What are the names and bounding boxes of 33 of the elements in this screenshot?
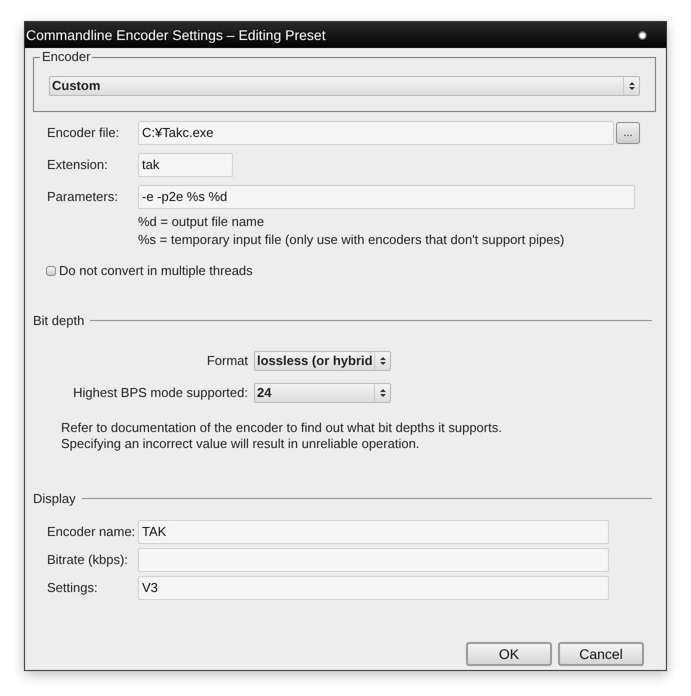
browse-button[interactable]: ... — [616, 122, 640, 144]
section-title: Bit depth — [33, 312, 84, 330]
field-label: Extension: — [47, 156, 109, 174]
field-label: Encoder file: — [47, 124, 120, 142]
window-title: Commandline Encoder Settings – Editing Preset — [26, 26, 327, 45]
note-text: Specifying an incorrect value will result in unreliable operation. — [61, 436, 420, 452]
spinner-arrows-icon — [380, 356, 386, 366]
bps-select[interactable]: 24 — [254, 383, 391, 403]
checkbox-label: Do not convert in multiple threads — [59, 262, 253, 280]
field-label: Settings: — [47, 578, 99, 597]
text-field[interactable]: TAK — [138, 520, 609, 544]
field-label: Encoder name: — [47, 522, 136, 541]
spinner-arrows-icon — [628, 81, 634, 91]
encoder-file-field[interactable]: C:¥Takc.exe — [138, 121, 614, 145]
section-title: Display — [33, 490, 76, 508]
text-field[interactable]: V3 — [138, 576, 609, 600]
note-text: Refer to documentation of the encoder to find out what bit depths it supports. — [61, 420, 503, 436]
hint-text: %d = output file name — [138, 213, 266, 231]
text-field[interactable] — [138, 548, 609, 572]
extension-field[interactable]: tak — [138, 153, 233, 177]
field-label: Highest BPS mode supported: — [72, 384, 249, 402]
hint-text: %s = temporary input file (only use with encoders that don't support pipes) — [138, 231, 566, 249]
field-label: Bitrate (kbps): — [47, 550, 129, 569]
checkbox[interactable] — [46, 266, 56, 276]
field-label: Format — [206, 352, 249, 370]
parameters-field[interactable]: -e -p2e %s %d — [138, 185, 635, 209]
format-select[interactable]: lossless (or hybrid — [254, 351, 391, 371]
encoder-select[interactable]: Custom — [49, 76, 640, 96]
close-icon[interactable] — [638, 30, 647, 40]
dialog-button[interactable]: Cancel — [558, 642, 644, 666]
spinner-arrows-icon — [380, 388, 386, 398]
field-label: Parameters: — [47, 188, 119, 206]
dialog-button[interactable]: OK — [466, 642, 552, 666]
